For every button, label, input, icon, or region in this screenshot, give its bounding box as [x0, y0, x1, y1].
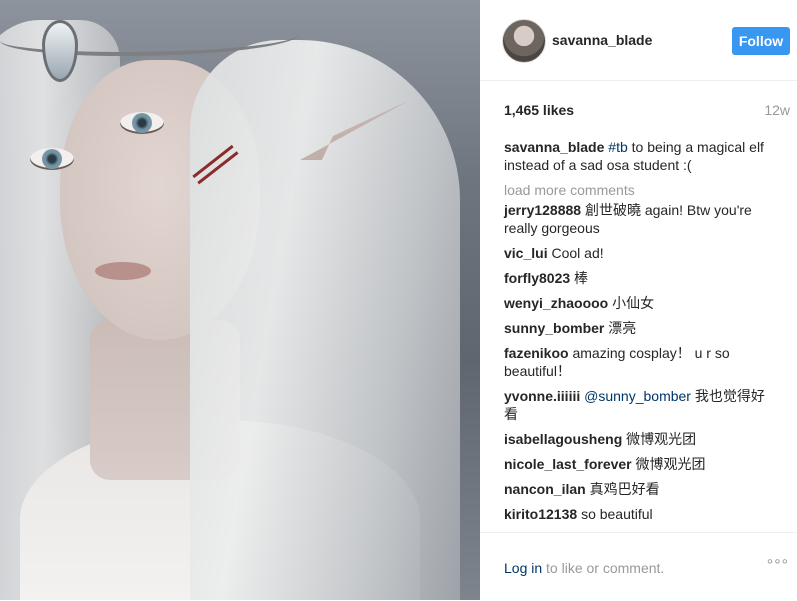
- photo-eye-left: [30, 148, 74, 170]
- photo-eye-right: [120, 112, 164, 134]
- caption-username[interactable]: savanna_blade: [504, 139, 604, 155]
- comment-username[interactable]: sunny_bomber: [504, 320, 604, 336]
- comment-username[interactable]: fazenikoo: [504, 345, 569, 361]
- comment-username[interactable]: kirito12138: [504, 506, 577, 522]
- ellipsis-icon[interactable]: °°°: [767, 557, 789, 575]
- comment-mention[interactable]: @sunny_bomber: [584, 388, 691, 404]
- login-link[interactable]: Log in: [504, 560, 542, 576]
- photo-lips: [95, 262, 151, 280]
- post-footer: Log in to like or comment. °°°: [480, 532, 797, 601]
- comment-text: Cool ad!: [551, 245, 604, 261]
- comment-text: 漂亮: [608, 320, 637, 336]
- comment-item: yvonne.iiiiii @sunny_bomber 我也觉得好看: [504, 387, 774, 423]
- comments-list: savanna_blade #tb to being a magical elf…: [504, 138, 774, 530]
- comment-username[interactable]: vic_lui: [504, 245, 548, 261]
- header-username[interactable]: savanna_blade: [552, 32, 652, 48]
- comment-item: sunny_bomber 漂亮: [504, 319, 774, 337]
- comment-username[interactable]: jerry128888: [504, 202, 581, 218]
- comment-username[interactable]: nicole_last_forever: [504, 456, 632, 472]
- comment-item: jerry128888 創世破曉 again! Btw you're reall…: [504, 201, 774, 237]
- post-time[interactable]: 12w: [764, 102, 790, 118]
- comment-username[interactable]: yvonne.iiiiii: [504, 388, 580, 404]
- comment-username[interactable]: nancon_ilan: [504, 481, 586, 497]
- comment-text: 棒: [574, 270, 589, 286]
- comment-item: forfly8023 棒: [504, 269, 774, 287]
- follow-button[interactable]: Follow: [732, 27, 790, 55]
- comment-username[interactable]: forfly8023: [504, 270, 570, 286]
- avatar[interactable]: [502, 19, 546, 63]
- comment-text: 真鸡巴好看: [589, 481, 660, 497]
- post-header: savanna_blade Follow: [480, 0, 797, 81]
- comment-username[interactable]: isabellagousheng: [504, 431, 622, 447]
- comment-item: wenyi_zhaoooo 小仙女: [504, 294, 774, 312]
- comment-item: fazenikoo amazing cosplay！ u r so beauti…: [504, 344, 774, 380]
- comment-item: isabellagousheng 微博观光团: [504, 430, 774, 448]
- load-more-comments-link[interactable]: load more comments: [504, 181, 774, 199]
- comment-text: so beautiful: [581, 506, 653, 522]
- comment-text: 小仙女: [612, 295, 655, 311]
- comment-text: 微博观光团: [626, 431, 697, 447]
- comment-item: kirito12138 so beautiful: [504, 505, 774, 523]
- caption: savanna_blade #tb to being a magical elf…: [504, 138, 774, 174]
- comment-item: vic_lui Cool ad!: [504, 244, 774, 262]
- comment-text: 微博观光团: [635, 456, 706, 472]
- comment-username[interactable]: wenyi_zhaoooo: [504, 295, 608, 311]
- caption-hashtag[interactable]: #tb: [608, 139, 627, 155]
- login-prompt: Log in to like or comment.: [504, 560, 664, 576]
- post-photo[interactable]: [0, 0, 480, 600]
- comment-item: nancon_ilan 真鸡巴好看: [504, 480, 774, 498]
- login-prompt-text: to like or comment.: [542, 560, 665, 576]
- post-side-panel: savanna_blade Follow 1,465 likes 12w sav…: [480, 0, 797, 600]
- comment-item: nicole_last_forever 微博观光团: [504, 455, 774, 473]
- likes-count[interactable]: 1,465 likes: [504, 102, 574, 118]
- photo-hair-right: [190, 40, 460, 600]
